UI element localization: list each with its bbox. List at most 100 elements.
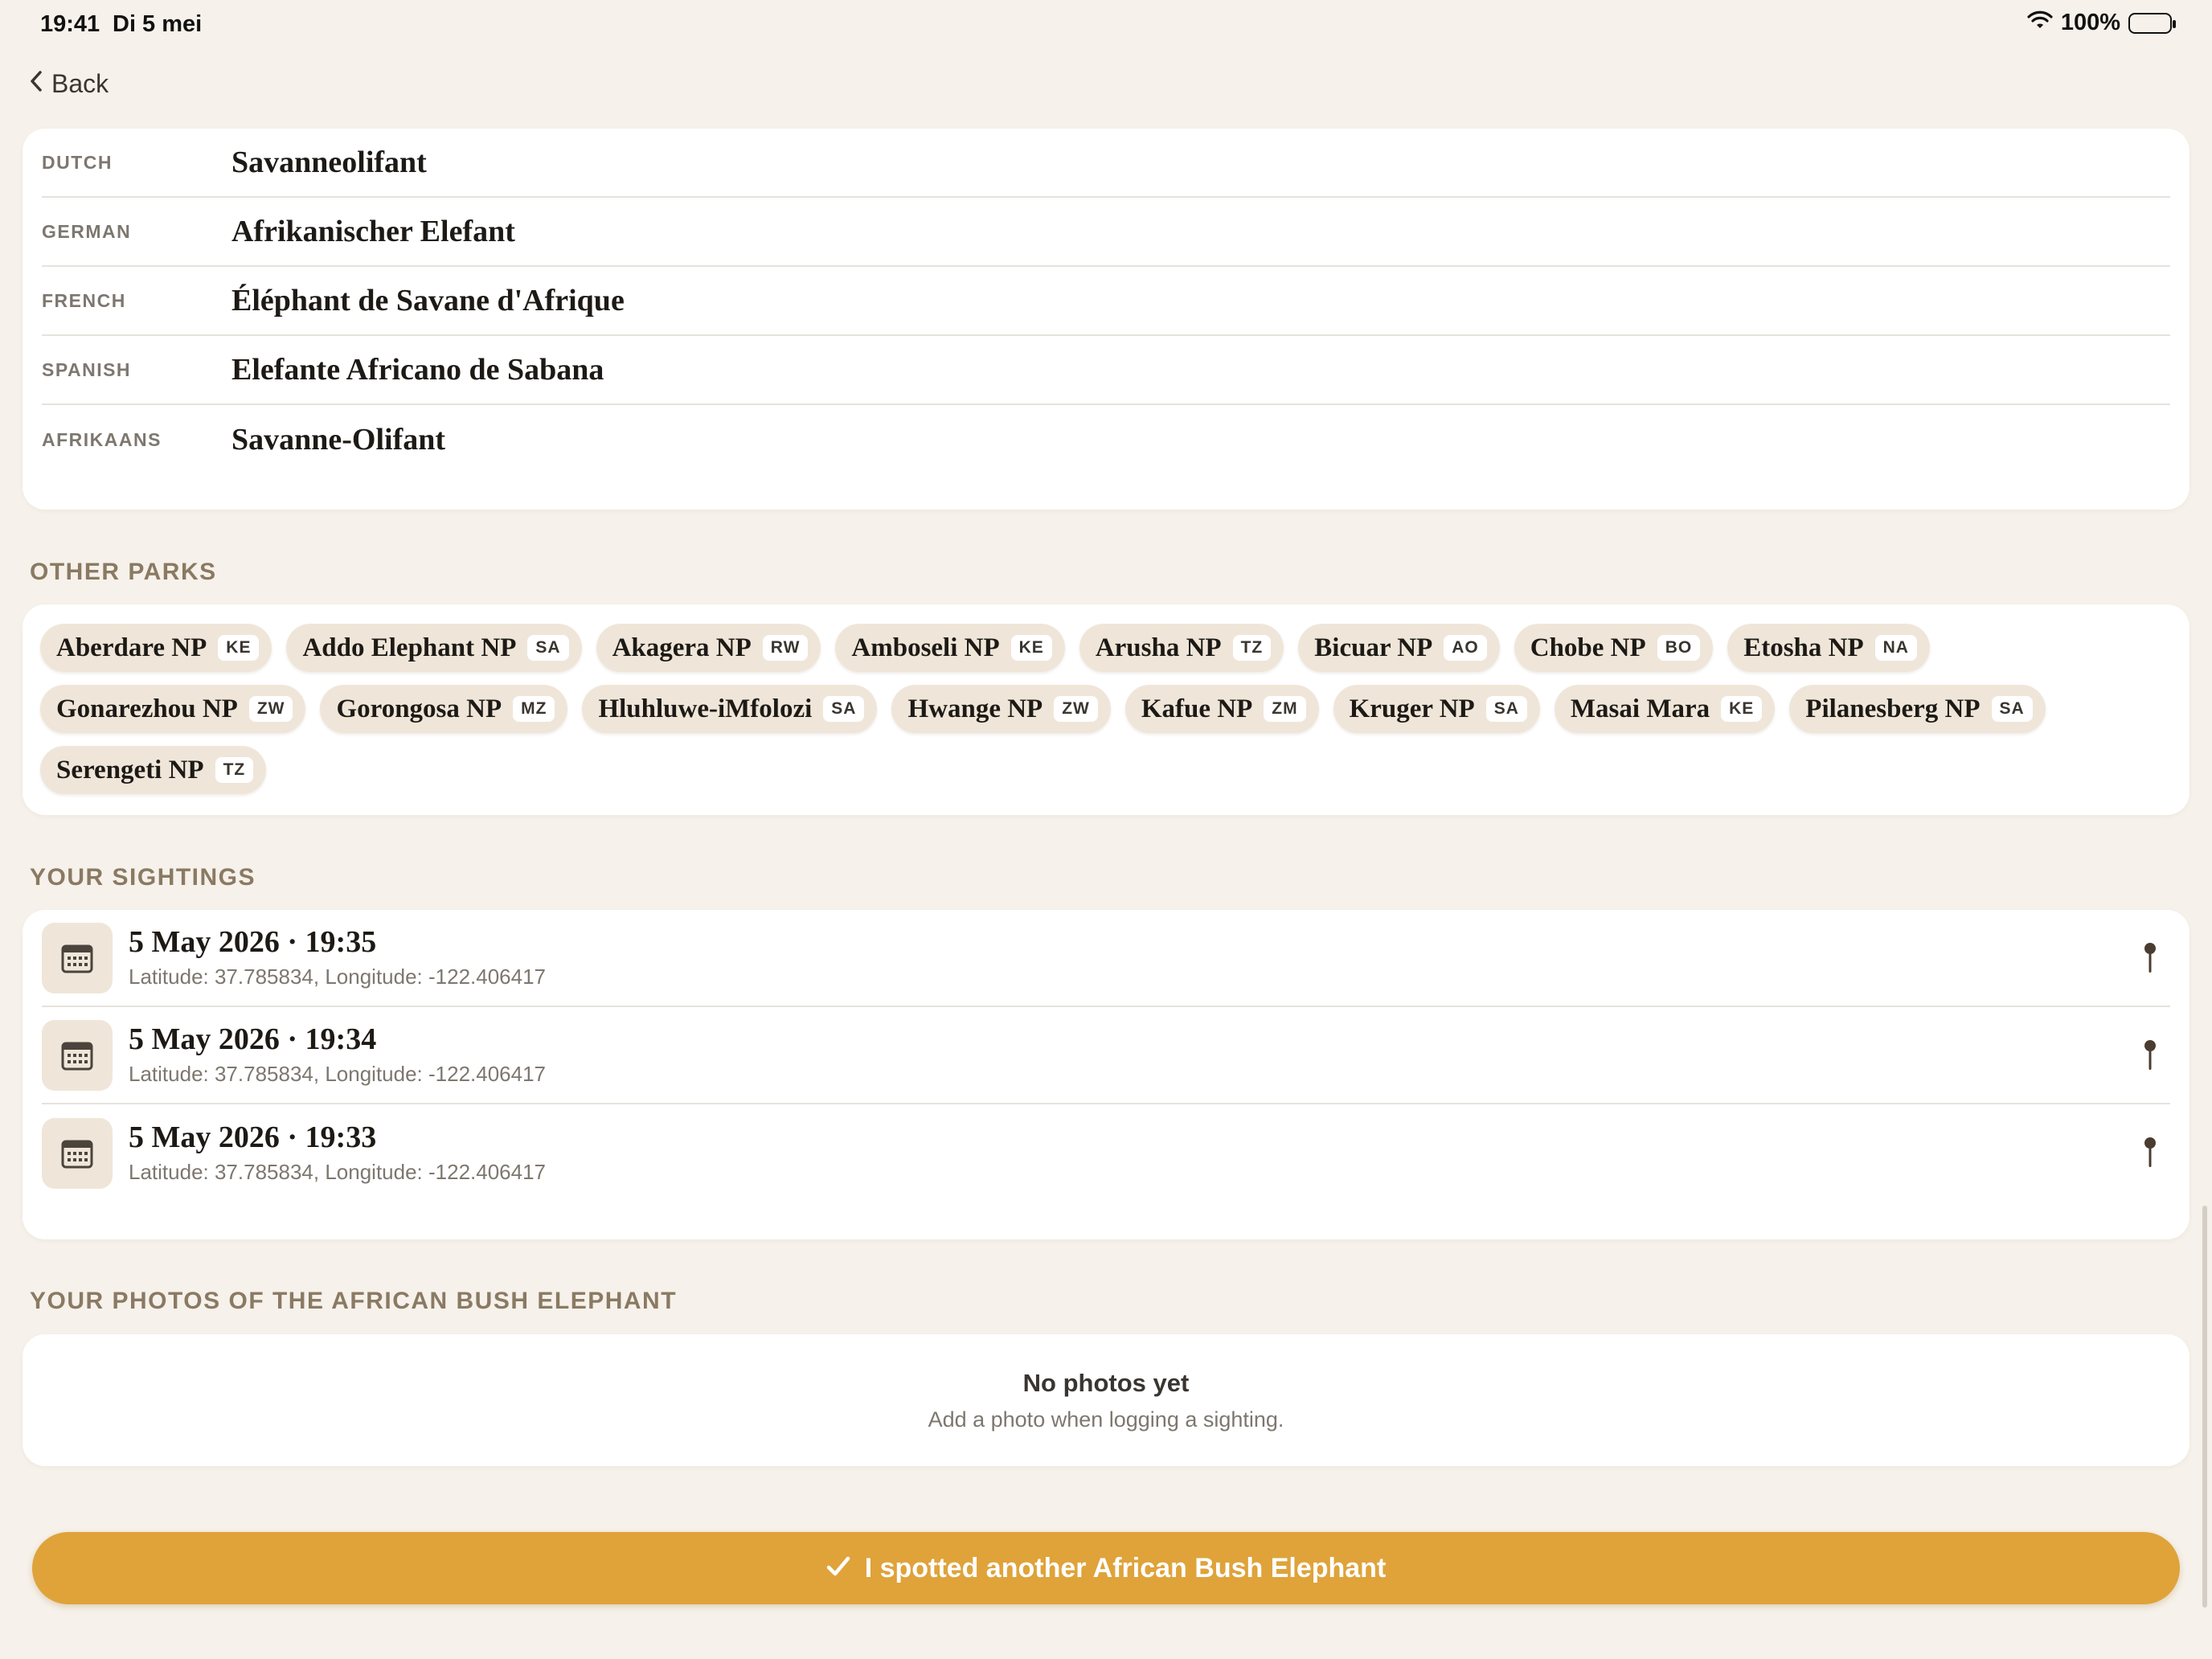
country-code-badge: SA [527, 635, 569, 661]
park-name: Serengeti NP [56, 755, 204, 784]
country-code-badge: SA [1991, 696, 2033, 722]
park-name: Addo Elephant NP [302, 633, 517, 662]
country-code-badge: RW [762, 635, 809, 661]
scrollbar[interactable] [2202, 1206, 2207, 1608]
park-name: Amboseli NP [851, 633, 1000, 662]
name-row-spanish: SPANISH Elefante Africano de Sabana [42, 336, 2170, 405]
park-chip[interactable]: Amboseli NP KE [835, 624, 1065, 672]
photos-title: YOUR PHOTOS OF THE AFRICAN BUSH ELEPHANT [30, 1288, 678, 1314]
chevron-left-icon [29, 69, 43, 99]
calendar-icon [42, 1117, 113, 1189]
language-label: GERMAN [42, 220, 132, 242]
parks-card: Aberdare NP KE Addo Elephant NP SA Akagera N… [23, 604, 2189, 815]
name-row-afrikaans: AFRIKAANS Savanne-Olifant [42, 405, 2170, 474]
park-name: Hluhluwe-iMfolozi [598, 694, 813, 723]
empty-state-subtitle: Add a photo when logging a sighting. [928, 1407, 1284, 1432]
park-name: Gorongosa NP [336, 694, 502, 723]
common-name: Éléphant de Savane d'Afrique [231, 284, 625, 317]
country-code-badge: SA [1485, 696, 1527, 722]
park-chip[interactable]: Chobe NP BO [1514, 624, 1714, 672]
checkmark-icon [826, 1555, 850, 1582]
sighting-date: 5 May 2026 · 19:33 [129, 1120, 377, 1155]
country-code-badge: ZM [1264, 696, 1306, 722]
names-card: DUTCH Savanneolifant GERMAN Afrikanische… [23, 129, 2189, 510]
country-code-badge: NA [1874, 635, 1917, 661]
sighting-row[interactable]: 5 May 2026 · 19:33 Latitude: 37.785834, … [42, 1104, 2170, 1202]
sightings-title: YOUR SIGHTINGS [30, 864, 256, 891]
park-chip[interactable]: Bicuar NP AO [1298, 624, 1500, 672]
sighting-coordinates: Latitude: 37.785834, Longitude: -122.406… [129, 964, 547, 989]
back-button[interactable]: Back [29, 69, 109, 99]
park-chip[interactable]: Etosha NP NA [1727, 624, 1930, 672]
country-code-badge: KE [218, 635, 260, 661]
park-chip[interactable]: Gonarezhou NP ZW [40, 685, 306, 733]
park-chip[interactable]: Gorongosa NP MZ [320, 685, 568, 733]
other-parks-title: OTHER PARKS [30, 559, 217, 585]
park-name: Masai Mara [1570, 694, 1710, 723]
park-name: Etosha NP [1743, 633, 1864, 662]
cta-label: I spotted another African Bush Elephant [864, 1552, 1387, 1583]
language-label: DUTCH [42, 151, 113, 173]
park-chip[interactable]: Aberdare NP KE [40, 624, 272, 672]
sightings-card: 5 May 2026 · 19:35 Latitude: 37.785834, … [23, 910, 2189, 1239]
language-label: FRENCH [42, 289, 126, 311]
park-chip[interactable]: Addo Elephant NP SA [286, 624, 582, 672]
country-code-badge: KE [1721, 696, 1763, 722]
park-name: Bicuar NP [1314, 633, 1433, 662]
park-chip[interactable]: Kruger NP SA [1333, 685, 1540, 733]
country-code-badge: KE [1010, 635, 1052, 661]
park-name: Pilanesberg NP [1805, 694, 1981, 723]
empty-state-title: No photos yet [1022, 1368, 1190, 1397]
country-code-badge: AO [1444, 635, 1487, 661]
sighting-coordinates: Latitude: 37.785834, Longitude: -122.406… [129, 1159, 547, 1184]
country-code-badge: BO [1657, 635, 1701, 661]
sighting-coordinates: Latitude: 37.785834, Longitude: -122.406… [129, 1061, 547, 1086]
language-label: AFRIKAANS [42, 428, 162, 450]
park-chip[interactable]: Pilanesberg NP SA [1789, 685, 2046, 733]
name-row-german: GERMAN Afrikanischer Elefant [42, 198, 2170, 267]
calendar-icon [42, 922, 113, 993]
country-code-badge: TZ [1232, 635, 1272, 661]
map-pin-icon[interactable] [2143, 1039, 2157, 1075]
sighting-row[interactable]: 5 May 2026 · 19:35 Latitude: 37.785834, … [42, 910, 2170, 1007]
sighting-row[interactable]: 5 May 2026 · 19:34 Latitude: 37.785834, … [42, 1007, 2170, 1104]
name-row-dutch: DUTCH Savanneolifant [42, 129, 2170, 198]
country-code-badge: MZ [513, 696, 555, 722]
language-label: SPANISH [42, 358, 132, 380]
sighting-date: 5 May 2026 · 19:34 [129, 1022, 377, 1057]
country-code-badge: ZW [248, 696, 293, 722]
park-name: Akagera NP [612, 633, 752, 662]
park-name: Kafue NP [1141, 694, 1253, 723]
map-pin-icon[interactable] [2143, 1137, 2157, 1173]
park-name: Aberdare NP [56, 633, 207, 662]
park-chip[interactable]: Hwange NP ZW [891, 685, 1111, 733]
status-bar: 19:41 Di 5 mei 100% [0, 0, 2212, 51]
common-name: Elefante Africano de Sabana [231, 353, 604, 387]
park-chip-list: Aberdare NP KE Addo Elephant NP SA Akagera N… [40, 624, 2172, 794]
park-name: Kruger NP [1349, 694, 1475, 723]
photos-card: No photos yet Add a photo when logging a… [23, 1334, 2189, 1466]
park-name: Arusha NP [1095, 633, 1222, 662]
wifi-icon [2027, 10, 2053, 36]
park-name: Chobe NP [1530, 633, 1646, 662]
sighting-date: 5 May 2026 · 19:35 [129, 925, 377, 960]
map-pin-icon[interactable] [2143, 942, 2157, 978]
common-name: Savanne-Olifant [231, 423, 446, 457]
park-chip[interactable]: Arusha NP TZ [1079, 624, 1284, 672]
calendar-icon [42, 1019, 113, 1091]
status-indicators: 100% [2027, 10, 2176, 36]
park-chip[interactable]: Masai Mara KE [1554, 685, 1776, 733]
battery-icon [2128, 12, 2176, 34]
country-code-badge: TZ [215, 757, 254, 783]
park-chip[interactable]: Akagera NP RW [596, 624, 821, 672]
spotted-another-button[interactable]: I spotted another African Bush Elephant [32, 1532, 2180, 1604]
park-chip[interactable]: Serengeti NP TZ [40, 746, 267, 794]
common-name: Afrikanischer Elefant [231, 215, 515, 248]
park-name: Gonarezhou NP [56, 694, 238, 723]
country-code-badge: ZW [1054, 696, 1098, 722]
battery-percent: 100% [2060, 10, 2120, 35]
country-code-badge: SA [823, 696, 865, 722]
park-chip[interactable]: Hluhluwe-iMfolozi SA [582, 685, 878, 733]
status-date: Di 5 mei [113, 11, 203, 37]
park-chip[interactable]: Kafue NP ZM [1124, 685, 1319, 733]
